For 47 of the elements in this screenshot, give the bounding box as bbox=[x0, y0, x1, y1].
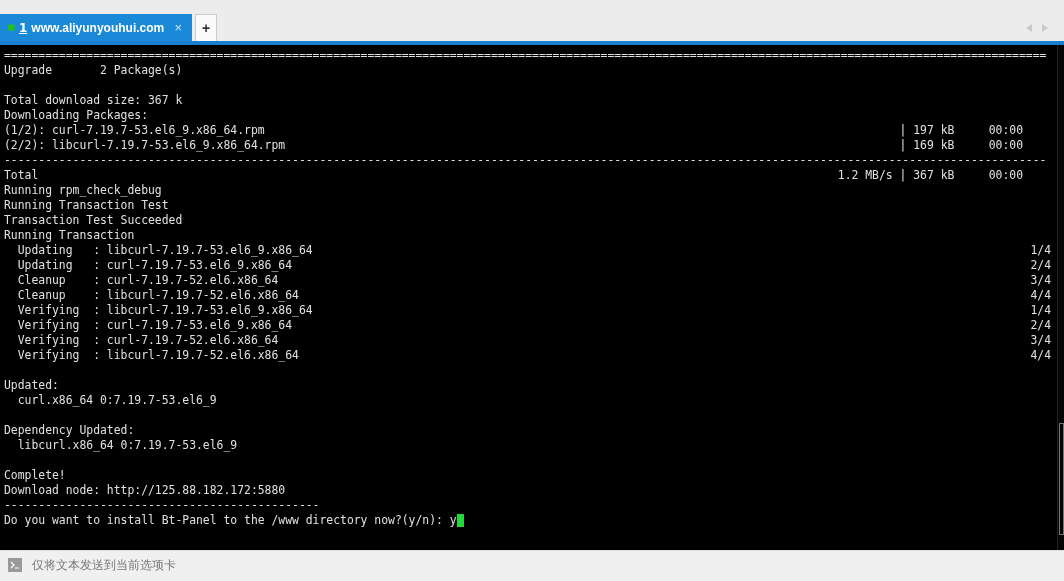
session-tab[interactable]: 1 www.aliyunyouhui.com × bbox=[0, 14, 192, 41]
terminal-line: curl.x86_64 0:7.19.7-53.el6_9 bbox=[16, 393, 217, 408]
terminal-text: 3/4 bbox=[1030, 273, 1051, 288]
terminal-line: Total download size: 367 k bbox=[4, 93, 183, 108]
tab-title: www.aliyunyouhui.com bbox=[31, 20, 165, 35]
terminal-text: 3/4 bbox=[1030, 333, 1051, 348]
terminal-line: Dependency Updated: bbox=[4, 423, 135, 438]
separator-line: -------------------------------------------------------------------------------------------------------------------------------------------------------- bbox=[4, 153, 1047, 168]
terminal-line: Complete! bbox=[4, 468, 66, 483]
terminal-line: Cleanup : libcurl-7.19.7-52.el6.x86_64 bbox=[16, 288, 299, 303]
terminal-line: Transaction Test Succeeded bbox=[4, 213, 183, 228]
terminal-text: | 197 kB 00:00 bbox=[899, 123, 1023, 138]
send-text-field[interactable]: 仅将文本发送到当前选项卡 bbox=[30, 557, 1056, 573]
terminal-text: | 169 kB 00:00 bbox=[899, 138, 1023, 153]
terminal-line: Do you want to install Bt-Panel to the /www directory now?(y/n): y bbox=[4, 513, 457, 528]
terminal-line: libcurl.x86_64 0:7.19.7-53.el6_9 bbox=[16, 438, 238, 453]
terminal-line: (1/2): curl-7.19.7-53.el6_9.x86_64.rpm bbox=[4, 123, 265, 138]
terminal-text: 4/4 bbox=[1030, 288, 1051, 303]
terminal-line: Updated: bbox=[4, 378, 59, 393]
terminal-line: Running rpm_check_debug bbox=[4, 183, 162, 198]
terminal-line: Verifying : curl-7.19.7-53.el6_9.x86_64 bbox=[16, 318, 293, 333]
terminal-line: Verifying : libcurl-7.19.7-52.el6.x86_64 bbox=[16, 348, 299, 363]
terminal-text: 1/4 bbox=[1030, 303, 1051, 318]
terminal-text: 1/4 bbox=[1030, 243, 1051, 258]
terminal-icon bbox=[8, 558, 22, 572]
close-button[interactable]: × bbox=[172, 20, 184, 35]
terminal-line: Running Transaction Test bbox=[4, 198, 169, 213]
terminal-text: 1.2 MB/s | 367 kB 00:00 bbox=[837, 168, 1023, 183]
terminal-line: Download node: http://125.88.182.172:5880 bbox=[4, 483, 286, 498]
terminal-line: Upgrade 2 Package(s) bbox=[4, 63, 183, 78]
tab-number: 1 bbox=[19, 20, 28, 35]
terminal-text: 2/4 bbox=[1030, 318, 1051, 333]
terminal-text: 4/4 bbox=[1030, 348, 1051, 363]
scrollbar[interactable] bbox=[1057, 45, 1064, 550]
terminal-line: Verifying : libcurl-7.19.7-53.el6_9.x86_64 bbox=[16, 303, 313, 318]
terminal-text: 2/4 bbox=[1030, 258, 1051, 273]
terminal-line: Running Transaction bbox=[4, 228, 135, 243]
separator-line: ======================================================================================================================================================== bbox=[4, 48, 1047, 63]
separator-line: ---------------------------------------------- bbox=[4, 498, 320, 513]
terminal-line: Verifying : curl-7.19.7-52.el6.x86_64 bbox=[16, 333, 279, 348]
terminal-line: Cleanup : curl-7.19.7-52.el6.x86_64 bbox=[16, 273, 279, 288]
terminal-line: (2/2): libcurl-7.19.7-53.el6_9.x86_64.rpm bbox=[4, 138, 286, 153]
terminal-line: Updating : curl-7.19.7-53.el6_9.x86_64 bbox=[16, 258, 293, 273]
terminal-line: Total bbox=[4, 168, 39, 183]
new-tab-button[interactable]: + bbox=[195, 14, 217, 41]
terminal-line: Downloading Packages: bbox=[4, 108, 148, 123]
terminal-line: Updating : libcurl-7.19.7-53.el6_9.x86_64 bbox=[16, 243, 313, 258]
